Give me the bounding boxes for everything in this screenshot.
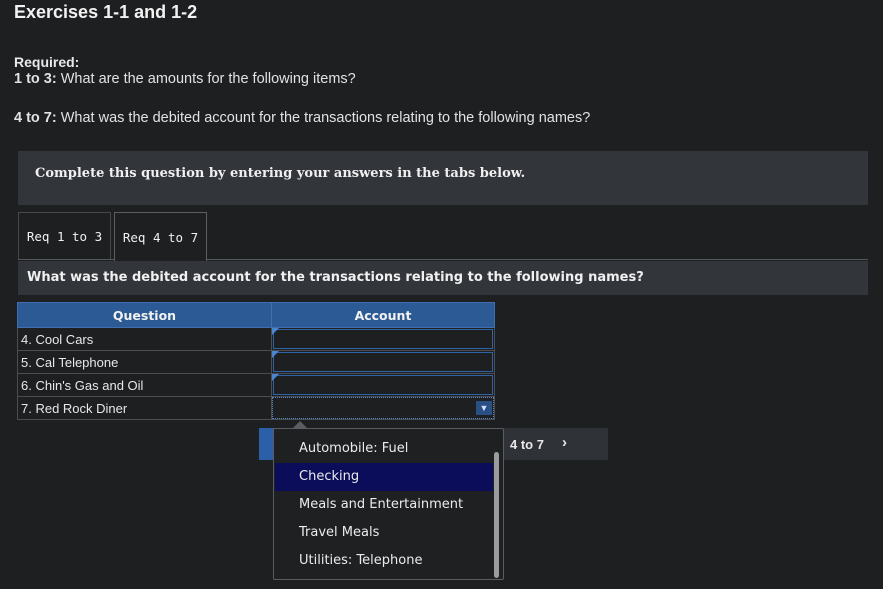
requirement-2-prefix: 4 to 7: bbox=[14, 110, 57, 126]
dropdown-option-meals-and-entertainment[interactable]: Meals and Entertainment bbox=[275, 491, 493, 519]
cell-indicator-icon bbox=[272, 374, 279, 381]
next-tab-label: 4 to 7 bbox=[510, 437, 544, 452]
tab-divider bbox=[207, 259, 868, 260]
requirement-1-text: What are the amounts for the following i… bbox=[56, 71, 356, 87]
dropdown-option-utilities-telephone[interactable]: Utilities: Telephone bbox=[275, 547, 493, 575]
subquestion-text: What was the debited account for the tra… bbox=[27, 270, 644, 285]
requirement-2-text: What was the debited account for the tra… bbox=[56, 110, 591, 126]
tab-req-4-to-7[interactable]: Req 4 to 7 bbox=[114, 212, 207, 261]
question-cell: 4. Cool Cars bbox=[17, 327, 272, 351]
dropdown-option-checking[interactable]: Checking bbox=[275, 463, 493, 491]
chevron-right-icon: › bbox=[562, 434, 567, 451]
account-input[interactable] bbox=[273, 352, 493, 372]
account-input[interactable] bbox=[273, 329, 493, 349]
cell-indicator-icon bbox=[272, 351, 279, 358]
table-row: 5. Cal Telephone bbox=[17, 350, 495, 374]
table-row: 7. Red Rock Diner ▼ bbox=[17, 396, 495, 420]
tab-divider bbox=[18, 259, 114, 260]
requirement-1-to-3: 1 to 3: What are the amounts for the fol… bbox=[14, 71, 356, 87]
dropdown-option-automobile-fuel[interactable]: Automobile: Fuel bbox=[275, 435, 493, 463]
required-label: Required: bbox=[14, 54, 80, 70]
table-header-row: Question Account bbox=[17, 302, 495, 328]
table-row: 4. Cool Cars bbox=[17, 327, 495, 351]
account-input[interactable] bbox=[273, 375, 493, 395]
instructions-text: Complete this question by entering your … bbox=[35, 166, 526, 181]
account-select-cell[interactable]: ▼ bbox=[271, 396, 495, 420]
account-input-cell[interactable] bbox=[271, 350, 495, 374]
account-select[interactable] bbox=[272, 397, 494, 419]
account-input-cell[interactable] bbox=[271, 327, 495, 351]
requirement-1-prefix: 1 to 3: bbox=[14, 71, 57, 87]
dropdown-arrow-icon[interactable]: ▼ bbox=[476, 401, 492, 415]
page-title: Exercises 1-1 and 1-2 bbox=[14, 2, 198, 22]
dropdown-scrollbar[interactable] bbox=[494, 452, 499, 578]
question-cell: 5. Cal Telephone bbox=[17, 350, 272, 374]
cell-indicator-icon bbox=[272, 328, 279, 335]
column-header-account: Account bbox=[271, 302, 495, 328]
account-dropdown-list[interactable]: Automobile: Fuel Checking Meals and Ente… bbox=[273, 428, 504, 580]
column-header-question: Question bbox=[17, 302, 272, 328]
table-row: 6. Chin's Gas and Oil bbox=[17, 373, 495, 397]
question-cell: 6. Chin's Gas and Oil bbox=[17, 373, 272, 397]
tab-req-1-to-3[interactable]: Req 1 to 3 bbox=[18, 212, 111, 260]
account-input-cell[interactable] bbox=[271, 373, 495, 397]
answer-table: Question Account 4. Cool Cars 5. Cal Tel… bbox=[17, 302, 495, 420]
question-cell: 7. Red Rock Diner bbox=[17, 396, 272, 420]
dropdown-option-travel-meals[interactable]: Travel Meals bbox=[275, 519, 493, 547]
requirement-4-to-7: 4 to 7: What was the debited account for… bbox=[14, 110, 590, 126]
